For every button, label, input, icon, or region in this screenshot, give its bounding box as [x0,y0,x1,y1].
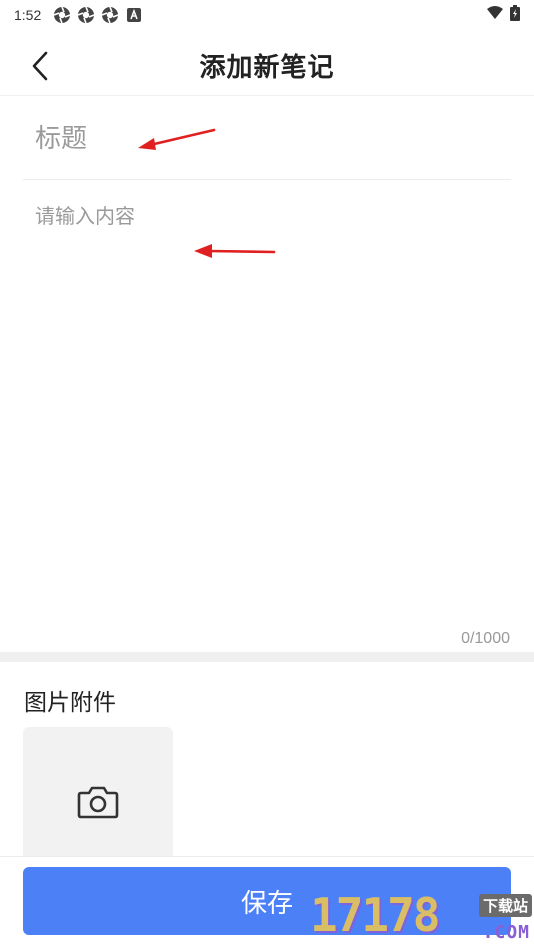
back-button[interactable] [20,46,60,86]
aperture-icon [53,6,71,24]
annotation-arrow-title [138,128,216,150]
a-badge-icon [125,6,143,24]
status-bar: 1:52 [0,0,534,30]
chevron-left-icon [32,51,48,81]
aperture-icon [101,6,119,24]
camera-icon [77,786,119,819]
section-divider [0,652,534,662]
aperture-icon [77,6,95,24]
title-input[interactable] [23,98,511,179]
status-time: 1:52 [14,7,42,23]
status-right [486,5,520,25]
char-counter: 0/1000 [461,630,510,647]
annotation-arrow-content [194,244,276,258]
screen: 1:52 添加新笔记 标题 请输入内容 0/1000 图片附件 保存 17178… [0,0,534,950]
app-header: 添加新笔记 [0,36,534,96]
attachments-heading: 图片附件 [24,690,116,716]
add-photo-button[interactable] [23,727,173,877]
title-field [23,98,511,180]
page-title: 添加新笔记 [199,53,335,83]
battery-icon [510,5,520,25]
save-button[interactable]: 保存 [23,867,511,935]
wifi-icon [486,6,504,24]
